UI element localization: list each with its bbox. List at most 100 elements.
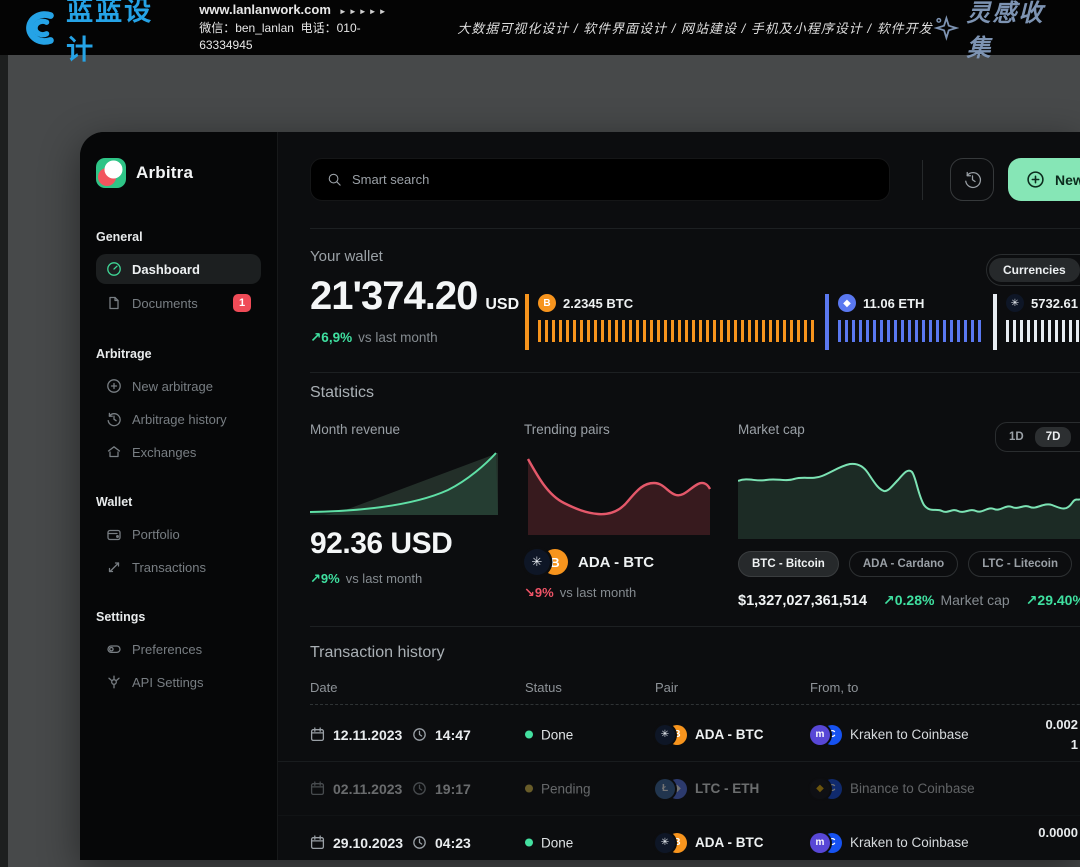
plug-icon bbox=[106, 674, 122, 690]
sidebar-item-transactions[interactable]: Transactions bbox=[96, 552, 261, 582]
tx-pair: ADA - BTC bbox=[695, 835, 764, 850]
tx-time: 19:17 bbox=[435, 781, 471, 797]
banner-collect: 灵感收集 bbox=[933, 0, 1066, 63]
clock-icon bbox=[412, 727, 427, 742]
month-revenue-value: 92.36 USD bbox=[310, 527, 498, 561]
sidebar-item-label: Dashboard bbox=[132, 262, 200, 277]
wallet-view-tabs: Currencies Exchanges bbox=[986, 254, 1080, 286]
sparkle-icon bbox=[933, 14, 960, 42]
sidebar-item-label: Transactions bbox=[132, 560, 206, 575]
wallet-amount-value: 21'374.20 bbox=[310, 274, 477, 318]
tx-amounts: 0.0000 bbox=[1038, 823, 1078, 843]
wallet-change-note: vs last month bbox=[358, 330, 438, 345]
btc-amount: 2.2345 BTC bbox=[563, 296, 633, 311]
month-revenue-card: Month revenue 92.36 USD ↗9%vs last month bbox=[310, 422, 498, 587]
tx-date: 02.11.2023 bbox=[333, 781, 402, 797]
trending-chart bbox=[524, 451, 712, 535]
section-divider bbox=[310, 372, 1080, 373]
sidebar-item-dashboard[interactable]: Dashboard bbox=[96, 254, 261, 284]
sidebar-item-api-settings[interactable]: API Settings bbox=[96, 667, 261, 697]
ltc-coin-icon: Ł bbox=[655, 779, 675, 799]
sidebar-item-label: New arbitrage bbox=[132, 379, 213, 394]
search-input[interactable] bbox=[352, 172, 873, 187]
sidebar: Arbitra General Dashboard Documents 1 Ar… bbox=[80, 132, 278, 860]
holding-btc[interactable]: B 2.2345 BTC bbox=[525, 294, 815, 350]
document-icon bbox=[106, 295, 122, 311]
banner-url[interactable]: www.lanlanwork.com bbox=[199, 2, 331, 17]
table-row[interactable]: 29.10.2023 04:23 Done ✳BADA - BTC mCKrak… bbox=[278, 816, 1080, 860]
holding-eth[interactable]: ◆ 11.06 ETH bbox=[825, 294, 983, 350]
market-cap-stats: $1,327,027,361,514 ↗0.28%Market cap ↗29.… bbox=[738, 592, 1080, 609]
nav-section-label: Settings bbox=[96, 610, 261, 624]
pair-icons: Ł◆ bbox=[655, 779, 687, 799]
trending-pairs-card: Trending pairs ✳ B ADA - BTC ↘9%vs last … bbox=[524, 422, 712, 601]
month-revenue-label: Month revenue bbox=[310, 422, 498, 437]
eth-holding-bars bbox=[838, 320, 983, 342]
calendar-icon bbox=[310, 781, 325, 796]
sidebar-item-arbitrage-history[interactable]: Arbitrage history bbox=[96, 404, 261, 434]
tab-1d[interactable]: 1D bbox=[998, 427, 1035, 447]
wallet-currency: USD bbox=[485, 296, 519, 313]
ada-amount: 5732.61 ADA bbox=[1031, 296, 1080, 311]
sidebar-item-label: API Settings bbox=[132, 675, 204, 690]
tx-status: Done bbox=[541, 727, 573, 742]
history-button[interactable] bbox=[950, 158, 994, 201]
trending-pair[interactable]: ✳ B ADA - BTC bbox=[524, 549, 712, 575]
wallet-icon bbox=[106, 526, 122, 542]
sidebar-item-exchanges[interactable]: Exchanges bbox=[96, 437, 261, 467]
statistics-title: Statistics bbox=[310, 384, 374, 402]
pill-btc-bitcoin[interactable]: BTC - Bitcoin bbox=[738, 551, 839, 577]
toggle-icon bbox=[106, 641, 122, 657]
pill-ltc-litecoin[interactable]: LTC - Litecoin bbox=[968, 551, 1072, 577]
tx-pair: ADA - BTC bbox=[695, 727, 764, 742]
sidebar-item-portfolio[interactable]: Portfolio bbox=[96, 519, 261, 549]
app-logo[interactable]: Arbitra bbox=[96, 158, 261, 188]
promo-banner: 蓝蓝设计 www.lanlanwork.com►►►►► 微信：ben_lanl… bbox=[0, 0, 1080, 55]
transaction-history-title: Transaction history bbox=[310, 644, 445, 662]
trending-change: ↘9%vs last month bbox=[524, 585, 712, 601]
ada-icon: ✳ bbox=[1006, 294, 1024, 312]
ada-coin-icon: ✳ bbox=[655, 833, 675, 853]
ada-coin-icon: ✳ bbox=[524, 549, 550, 575]
nav-section-arbitrage: Arbitrage New arbitrage Arbitrage histor… bbox=[96, 347, 261, 467]
pair-icons: ✳ B bbox=[524, 549, 568, 575]
tx-time: 04:23 bbox=[435, 835, 471, 851]
search-bar[interactable] bbox=[310, 158, 890, 201]
holding-ada[interactable]: ✳ 5732.61 ADA bbox=[993, 294, 1080, 350]
exchange-house-icon bbox=[106, 444, 122, 460]
table-header-divider bbox=[310, 704, 1080, 705]
sidebar-item-documents[interactable]: Documents 1 bbox=[96, 287, 261, 319]
market-cap-card: Market cap 1D 7D 1M BTC - Bitcoin ADA - … bbox=[738, 422, 1080, 609]
table-row[interactable]: 02.11.2023 19:17 Pending Ł◆LTC - ETH ◆CB… bbox=[278, 762, 1080, 816]
pill-ada-cardano[interactable]: ADA - Cardano bbox=[849, 551, 958, 577]
tab-7d[interactable]: 7D bbox=[1035, 427, 1072, 447]
dashboard-window: Arbitra General Dashboard Documents 1 Ar… bbox=[80, 132, 1080, 860]
month-revenue-change: ↗9%vs last month bbox=[310, 571, 498, 587]
clock-history-icon bbox=[963, 170, 982, 189]
sidebar-item-new-arbitrage[interactable]: New arbitrage bbox=[96, 371, 261, 401]
wallet-change: ↗6,9% vs last month bbox=[310, 330, 438, 346]
clock-icon bbox=[412, 835, 427, 850]
wallet-change-value: ↗6,9% bbox=[310, 330, 352, 345]
banner-collect-name: 灵感收集 bbox=[966, 0, 1066, 63]
sidebar-item-preferences[interactable]: Preferences bbox=[96, 634, 261, 664]
nav-section-label: Arbitrage bbox=[96, 347, 261, 361]
documents-badge: 1 bbox=[233, 294, 251, 312]
status-dot-done bbox=[525, 839, 533, 847]
sidebar-item-label: Arbitrage history bbox=[132, 412, 227, 427]
status-dot-pending bbox=[525, 785, 533, 793]
column-from-to: From, to bbox=[810, 680, 858, 695]
new-arbitrage-button[interactable]: New arbitrage bbox=[1008, 158, 1080, 201]
tab-1m[interactable]: 1M bbox=[1071, 427, 1080, 447]
table-row[interactable]: 12.11.2023 14:47 Done ✳BADA - BTC mCKrak… bbox=[278, 708, 1080, 762]
tx-time: 14:47 bbox=[435, 727, 471, 743]
sidebar-item-label: Exchanges bbox=[132, 445, 196, 460]
banner-arrows: ►►►►► bbox=[339, 7, 389, 16]
column-pair: Pair bbox=[655, 680, 678, 695]
kraken-icon: m bbox=[810, 833, 830, 853]
tab-currencies[interactable]: Currencies bbox=[989, 258, 1080, 282]
wallet-amount: 21'374.20 USD bbox=[310, 274, 519, 319]
wallet-title: Your wallet bbox=[310, 248, 383, 265]
nav-section-wallet: Wallet Portfolio Transactions bbox=[96, 495, 261, 582]
trending-pairs-label: Trending pairs bbox=[524, 422, 712, 437]
